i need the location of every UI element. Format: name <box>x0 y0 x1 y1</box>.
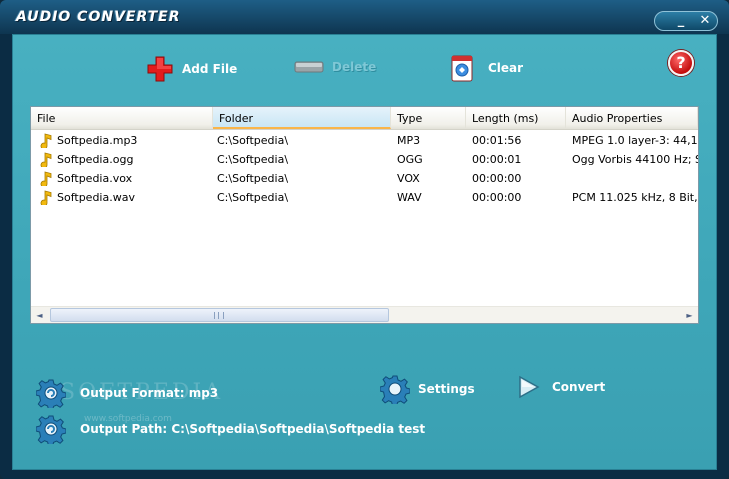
output-path-label: Output Path: C:\Softpedia\Softpedia\Soft… <box>80 422 426 436</box>
add-file-button[interactable]: Add File <box>146 55 237 83</box>
file-name-cell: Softpedia.mp3 <box>57 134 138 147</box>
gear-icon <box>380 375 410 404</box>
clear-document-icon <box>451 55 473 82</box>
file-name-cell: Softpedia.vox <box>57 172 133 185</box>
window-title: AUDIO CONVERTER <box>16 9 181 25</box>
file-list[interactable]: File Folder Type Length (ms) Audio Prope… <box>30 106 699 324</box>
table-row[interactable]: Softpedia.ogg C:\Softpedia\ OGG 00:00:01… <box>31 150 698 169</box>
list-rows: Softpedia.mp3 C:\Softpedia\ MP3 00:01:56… <box>31 131 698 207</box>
delete-label: Delete <box>332 60 377 74</box>
folder-cell: C:\Softpedia\ <box>217 191 289 204</box>
delete-button[interactable]: Delete <box>294 60 376 74</box>
help-button[interactable]: ? <box>668 50 694 76</box>
clear-label: Clear <box>488 61 524 75</box>
minus-icon <box>294 61 324 73</box>
audio-properties-cell: Ogg Vorbis 44100 Hz; Ster <box>572 153 698 166</box>
audio-properties-cell: PCM 11.025 kHz, 8 Bit, Mc <box>572 191 698 204</box>
scroll-right-arrow[interactable]: ► <box>681 307 698 324</box>
window-controls: _ ✕ <box>654 11 718 31</box>
settings-button[interactable]: Settings <box>380 374 475 404</box>
scrollbar-thumb[interactable] <box>50 308 389 322</box>
gear-icon <box>36 415 66 444</box>
file-name-cell: Softpedia.wav <box>57 191 135 204</box>
length-cell: 00:00:01 <box>472 153 522 166</box>
folder-cell: C:\Softpedia\ <box>217 153 289 166</box>
output-path-button[interactable]: Output Path: C:\Softpedia\Softpedia\Soft… <box>36 414 425 444</box>
table-row[interactable]: Softpedia.vox C:\Softpedia\ VOX 00:00:00 <box>31 169 698 188</box>
column-header-file[interactable]: File <box>31 107 213 129</box>
app-window: AUDIO CONVERTER _ ✕ Add File Delete Clea… <box>0 0 729 479</box>
length-cell: 00:00:00 <box>472 191 522 204</box>
type-cell: WAV <box>397 191 422 204</box>
horizontal-scrollbar[interactable]: ◄ ► <box>31 306 698 323</box>
column-header-audio-properties[interactable]: Audio Properties <box>566 107 698 129</box>
column-header-type[interactable]: Type <box>391 107 466 129</box>
length-cell: 00:01:56 <box>472 134 522 147</box>
column-header-folder[interactable]: Folder <box>213 107 391 129</box>
table-row[interactable]: Softpedia.wav C:\Softpedia\ WAV 00:00:00… <box>31 188 698 207</box>
settings-label: Settings <box>418 382 475 396</box>
scrollbar-grip <box>214 312 224 319</box>
folder-cell: C:\Softpedia\ <box>217 134 289 147</box>
audio-properties-cell: MPEG 1.0 layer-3: 44,100 <box>572 134 698 147</box>
type-cell: OGG <box>397 153 423 166</box>
add-file-label: Add File <box>182 62 238 76</box>
scroll-left-arrow[interactable]: ◄ <box>31 307 48 324</box>
minimize-button[interactable]: _ <box>671 12 691 30</box>
convert-label: Convert <box>552 380 606 394</box>
output-format-button[interactable]: Output Format: mp3 <box>36 378 218 408</box>
length-cell: 00:00:00 <box>472 172 522 185</box>
output-format-label: Output Format: mp3 <box>80 386 219 400</box>
close-button[interactable]: ✕ <box>695 12 715 30</box>
convert-button[interactable]: Convert <box>518 375 605 399</box>
list-header: File Folder Type Length (ms) Audio Prope… <box>31 107 698 130</box>
file-name-cell: Softpedia.ogg <box>57 153 134 166</box>
column-header-length[interactable]: Length (ms) <box>466 107 566 129</box>
audio-properties-cell <box>566 169 698 188</box>
plus-icon <box>147 56 173 82</box>
gear-icon <box>36 379 66 408</box>
table-row[interactable]: Softpedia.mp3 C:\Softpedia\ MP3 00:01:56… <box>31 131 698 150</box>
type-cell: VOX <box>397 172 420 185</box>
play-arrow-icon <box>519 375 540 399</box>
folder-cell: C:\Softpedia\ <box>217 172 289 185</box>
type-cell: MP3 <box>397 134 421 147</box>
clear-button[interactable]: Clear <box>450 53 523 83</box>
